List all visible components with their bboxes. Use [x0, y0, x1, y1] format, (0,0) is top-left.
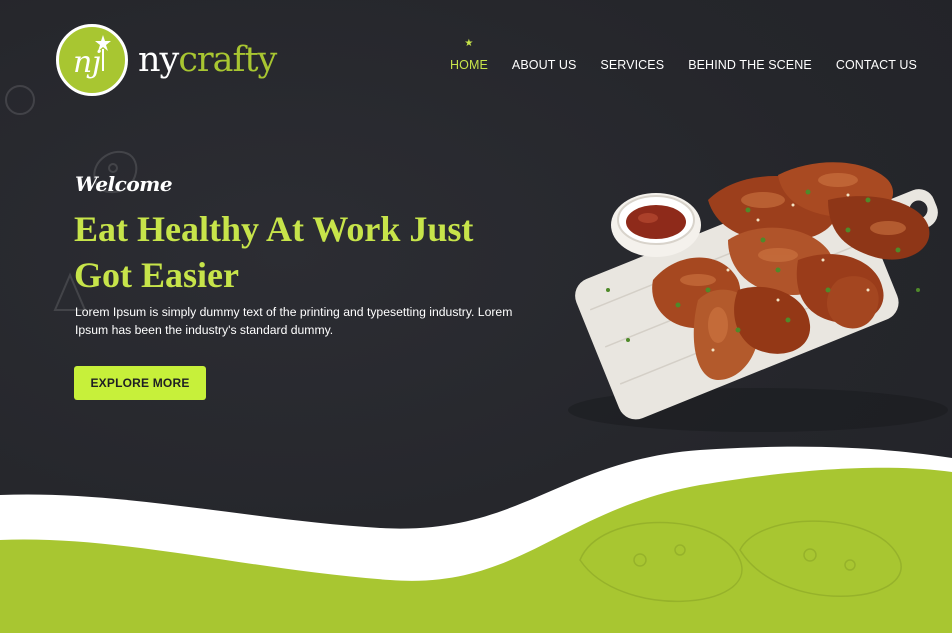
nav-item-label: BEHIND THE SCENE [688, 58, 812, 72]
hero-headline-line1: Eat Healthy At Work Just [74, 209, 474, 249]
hero-food-image [568, 162, 948, 432]
hero-headline: Eat Healthy At Work Just Got Easier [74, 206, 514, 298]
brand-logo[interactable]: n j nj nycrafty [56, 24, 277, 96]
brand-name-part1: ny [138, 39, 179, 80]
welcome-heading: Welcome [75, 172, 173, 196]
nav-item-label: ABOUT US [511, 58, 577, 72]
brand-name: nycrafty [138, 39, 277, 80]
nav-item-home[interactable]: ★ HOME [450, 38, 488, 72]
svg-text:n: n [73, 45, 92, 80]
nav-item-contact-us[interactable]: CONTACT US [836, 58, 917, 72]
main-nav: ★ HOME ABOUT US SERVICES BEHIND THE SCEN… [450, 38, 941, 72]
explore-more-button[interactable]: EXPLORE MORE [74, 366, 206, 400]
active-star-icon: ★ [464, 38, 474, 49]
hero-headline-line2: Got Easier [74, 255, 239, 295]
bottom-wave-decoration [0, 446, 952, 633]
nav-item-label: HOME [450, 58, 488, 72]
hero-description: Lorem Ipsum is simply dummy text of the … [75, 305, 513, 337]
nav-item-about-us[interactable]: ABOUT US [512, 58, 576, 72]
nav-item-services[interactable]: SERVICES [600, 58, 664, 72]
nav-item-label: CONTACT US [835, 58, 917, 72]
nav-item-label: SERVICES [600, 58, 665, 72]
background-doodle-icon [5, 85, 35, 115]
brand-name-part2: crafty [178, 39, 277, 80]
nav-item-behind-the-scene[interactable]: BEHIND THE SCENE [688, 58, 812, 72]
logo-badge-icon: n j nj [56, 24, 128, 96]
page: n j nj nycrafty ★ HOME ABOUT US SERVICES… [0, 0, 952, 633]
